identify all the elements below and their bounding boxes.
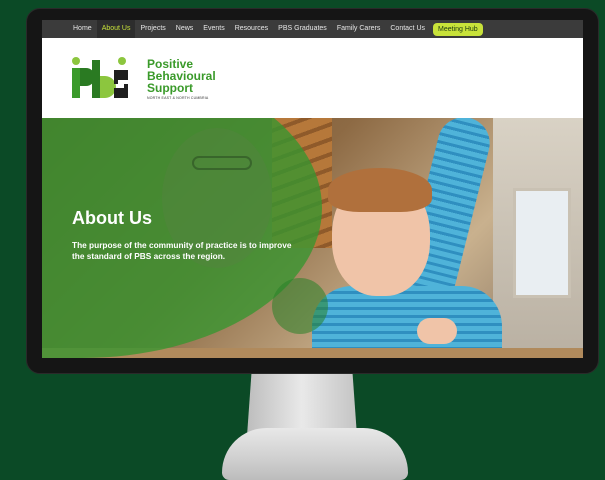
nav-item-resources[interactable]: Resources [230,20,273,38]
nav-item-news[interactable]: News [171,20,199,38]
page-title: About Us [72,208,152,228]
hero-description: The purpose of the community of practice… [72,240,292,261]
nav-item-pbs-graduates[interactable]: PBS Graduates [273,20,332,38]
hero-photo-glasses [192,156,252,170]
brand-subtitle: NORTH EAST & NORTH CUMBRIA [147,96,209,100]
brand-title: Positive Behavioural Support [147,58,216,94]
main-navigation: Home About Us Projects News Events Resou… [42,20,583,38]
hero-banner: About Us The purpose of the community of… [42,118,583,358]
monitor-stand-neck [247,374,357,436]
pbs-logo-icon[interactable] [70,56,132,100]
monitor-screen: Home About Us Projects News Events Resou… [42,20,583,358]
nav-item-contact-us[interactable]: Contact Us [385,20,430,38]
meeting-hub-button[interactable]: Meeting Hub [433,22,483,36]
nav-item-family-carers[interactable]: Family Carers [332,20,386,38]
monitor-stand-base [222,428,408,480]
hero-photo-ball [272,278,328,334]
nav-item-home[interactable]: Home [68,20,97,38]
site-header: Positive Behavioural Support NORTH EAST … [42,38,583,118]
hero-photo-window [513,188,571,298]
nav-item-projects[interactable]: Projects [135,20,170,38]
nav-item-events[interactable]: Events [198,20,229,38]
brand-title-line3: Support [147,81,193,95]
hero-photo-hand [417,318,457,344]
hero-photo-child-hair [328,168,432,212]
nav-item-about-us[interactable]: About Us [96,20,136,38]
